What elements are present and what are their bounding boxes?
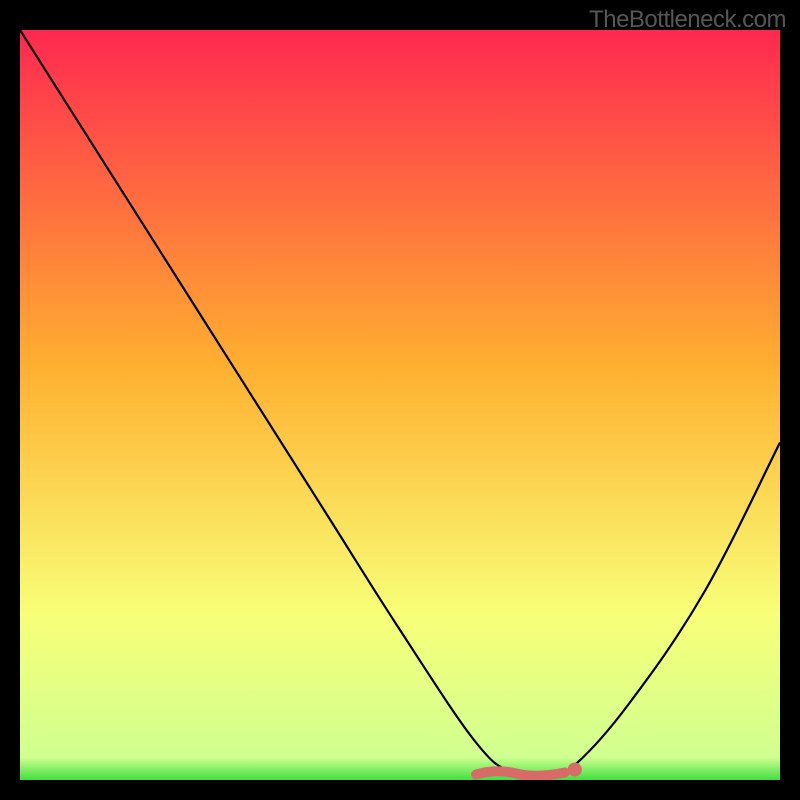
watermark-text: TheBottleneck.com bbox=[589, 6, 786, 34]
optimal-zone-highlight bbox=[476, 771, 565, 776]
chart-svg bbox=[20, 30, 780, 780]
chart-container: TheBottleneck.com bbox=[0, 0, 800, 800]
optimal-zone-endpoint bbox=[568, 763, 582, 777]
gradient-background bbox=[20, 30, 780, 780]
plot-area bbox=[20, 30, 780, 780]
